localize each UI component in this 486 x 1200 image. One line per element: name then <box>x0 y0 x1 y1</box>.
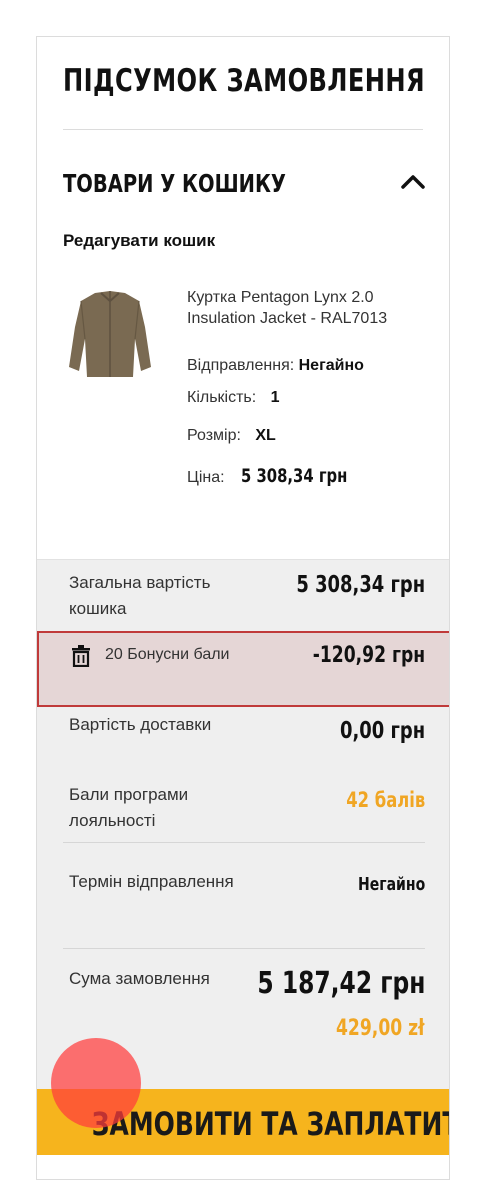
cart-items-heading: ТОВАРИ У КОШИКУ <box>63 169 286 198</box>
product-name[interactable]: Куртка Pentagon Lynx 2.0 Insulation Jack… <box>187 287 427 329</box>
divider <box>63 129 423 130</box>
edit-cart-link[interactable]: Редагувати кошик <box>63 231 215 251</box>
quantity-label: Кількість: <box>187 389 257 406</box>
order-and-pay-label: ЗАМОВИТИ ТА ЗАПЛАТИТИ <box>91 1105 450 1143</box>
size-value: XL <box>255 427 276 444</box>
loyalty-value: 42 балів <box>346 788 425 812</box>
quantity-row: Кількість: 1 <box>187 389 280 407</box>
bonus-row: 20 Бонусни бали -120,92 грн <box>37 631 449 707</box>
order-summary-panel: ПІДСУМОК ЗАМОВЛЕННЯ ТОВАРИ У КОШИКУ Реда… <box>36 36 450 1180</box>
summary-title: ПІДСУМОК ЗАМОВЛЕННЯ <box>63 63 426 99</box>
bonus-value: -120,92 грн <box>312 643 425 668</box>
shipping-value: Негайно <box>298 357 364 374</box>
shipping-label: Відправлення: <box>187 357 295 374</box>
touch-indicator <box>51 1038 141 1128</box>
loyalty-label: Бали програми лояльності <box>69 785 189 830</box>
size-row: Розмір: XL <box>187 427 276 445</box>
cart-total-label: Загальна вартість кошика <box>69 573 211 618</box>
delivery-value: 0,00 грн <box>339 718 425 744</box>
size-label: Розмір: <box>187 427 241 444</box>
bonus-label: 20 Бонусни бали <box>105 646 230 663</box>
quantity-value: 1 <box>270 389 280 406</box>
ship-time-label: Термін відправлення <box>69 872 234 891</box>
chevron-up-icon[interactable] <box>399 171 427 191</box>
price-label: Ціна: <box>187 469 225 486</box>
order-sum-label: Сума замовлення <box>69 969 210 988</box>
ship-time-value: Негайно <box>357 874 425 895</box>
delivery-label: Вартість доставки <box>69 715 212 734</box>
price-value: 5 308,34 грн <box>241 465 348 487</box>
order-sum-pln: 429,00 zł <box>336 1016 425 1041</box>
divider <box>63 948 425 949</box>
product-image[interactable] <box>65 287 155 382</box>
cart-total-value: 5 308,34 грн <box>296 572 425 598</box>
shipping-row: Відправлення: Негайно <box>187 357 364 375</box>
order-sum-value: 5 187,42 грн <box>256 966 425 1001</box>
divider <box>63 842 425 843</box>
